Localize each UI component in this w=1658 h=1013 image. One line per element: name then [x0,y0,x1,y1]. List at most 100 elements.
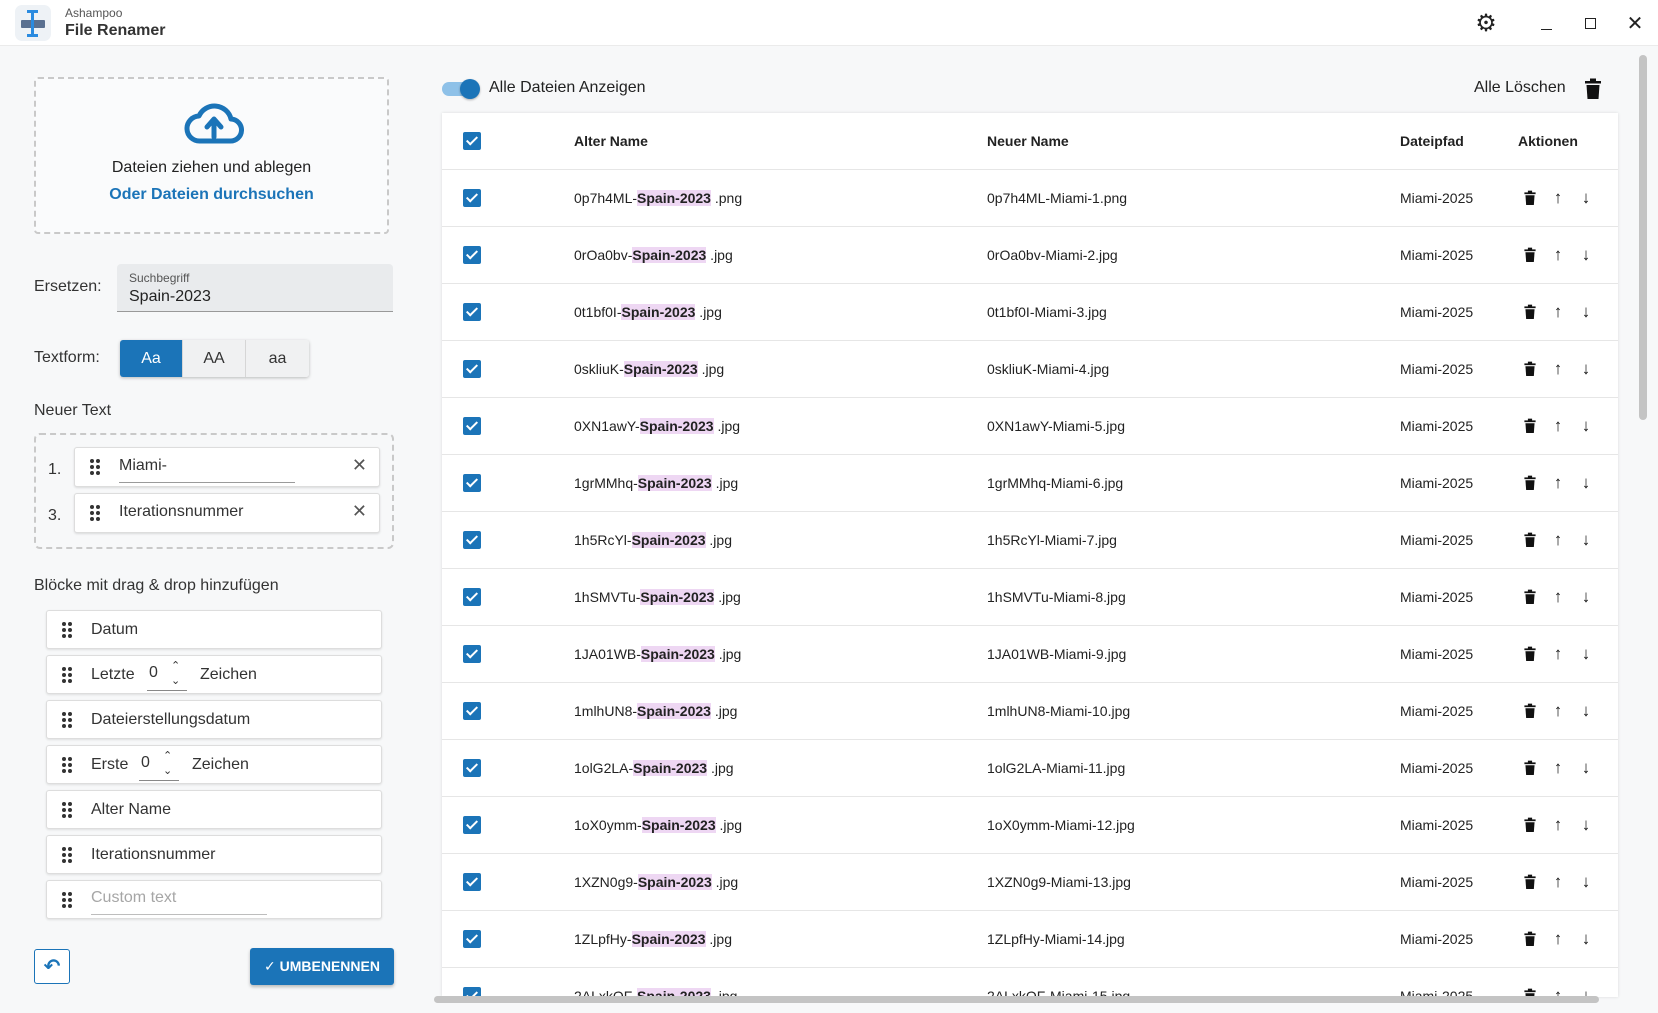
row-checkbox[interactable] [463,702,481,720]
trash-icon[interactable] [1520,644,1540,664]
last-chars-stepper[interactable]: 0 [149,664,158,682]
row-checkbox[interactable] [463,360,481,378]
block-last-chars[interactable]: Letzte 0 ⌃ ⌄ Zeichen [46,655,382,694]
trash-icon[interactable] [1520,359,1540,379]
table-row[interactable]: 1XZN0g9-Spain-2023 .jpg 1XZN0g9-Miami-13.… [442,854,1618,911]
arrow-down-icon[interactable]: ↓ [1576,644,1596,664]
column-header-path[interactable]: Dateipfad [1400,133,1464,149]
arrow-down-icon[interactable]: ↓ [1576,815,1596,835]
block-date[interactable]: Datum [46,610,382,649]
textform-option-capitalized[interactable]: Aa [120,340,183,377]
arrow-up-icon[interactable]: ↑ [1548,758,1568,778]
arrow-up-icon[interactable]: ↑ [1548,188,1568,208]
arrow-down-icon[interactable]: ↓ [1576,872,1596,892]
new-text-block[interactable]: Iterationsnummer ✕ [74,493,380,533]
arrow-down-icon[interactable]: ↓ [1576,701,1596,721]
arrow-up-icon[interactable]: ↑ [1548,416,1568,436]
drag-handle-icon[interactable] [62,757,72,773]
row-checkbox[interactable] [463,474,481,492]
trash-icon[interactable] [1520,815,1540,835]
block-iteration-number[interactable]: Iterationsnummer [46,835,382,874]
column-header-old-name[interactable]: Alter Name [574,133,648,149]
block-first-chars[interactable]: Erste 0 ⌃ ⌄ Zeichen [46,745,382,784]
arrow-down-icon[interactable]: ↓ [1576,302,1596,322]
block-creation-date[interactable]: Dateierstellungsdatum [46,700,382,739]
trash-icon[interactable] [1520,872,1540,892]
trash-icon[interactable] [1520,587,1540,607]
table-row[interactable]: 0XN1awY-Spain-2023 .jpg 0XN1awY-Miami-5.j… [442,398,1618,455]
arrow-up-icon[interactable]: ↑ [1548,359,1568,379]
drag-handle-icon[interactable] [62,667,72,683]
arrow-up-icon[interactable]: ↑ [1548,302,1568,322]
drag-handle-icon[interactable] [90,459,100,475]
undo-button[interactable]: ↶ [34,949,70,984]
custom-text-input[interactable]: Custom text [91,889,176,907]
arrow-down-icon[interactable]: ↓ [1576,359,1596,379]
table-row[interactable]: 1olG2LA-Spain-2023 .jpg 1olG2LA-Miami-11.… [442,740,1618,797]
arrow-up-icon[interactable]: ↑ [1548,644,1568,664]
rename-button[interactable]: ✓ UMBENENNEN [250,948,394,985]
arrow-down-icon[interactable]: ↓ [1576,473,1596,493]
trash-icon[interactable] [1520,416,1540,436]
table-row[interactable]: 1grMMhq-Spain-2023 .jpg 1grMMhq-Miami-6.j… [442,455,1618,512]
row-checkbox[interactable] [463,417,481,435]
table-row[interactable]: 0p7h4ML-Spain-2023 .png 0p7h4ML-Miami-1.p… [442,170,1618,227]
table-row[interactable]: 1mlhUN8-Spain-2023 .jpg 1mlhUN8-Miami-10.… [442,683,1618,740]
block-custom-text[interactable]: Custom text [46,880,382,919]
file-dropzone[interactable]: Dateien ziehen und ablegen Oder Dateien … [34,77,389,234]
trash-icon[interactable] [1520,929,1540,949]
arrow-up-icon[interactable]: ↑ [1548,701,1568,721]
select-all-checkbox[interactable] [463,132,481,150]
trash-icon[interactable] [1520,530,1540,550]
row-checkbox[interactable] [463,588,481,606]
arrow-down-icon[interactable]: ↓ [1576,929,1596,949]
show-all-files-toggle[interactable] [442,79,480,99]
textform-option-uppercase[interactable]: AA [183,340,246,377]
remove-block-icon[interactable]: ✕ [352,501,367,522]
row-checkbox[interactable] [463,645,481,663]
table-row[interactable]: 0t1bf0I-Spain-2023 .jpg 0t1bf0I-Miami-3.j… [442,284,1618,341]
arrow-up-icon[interactable]: ↑ [1548,473,1568,493]
arrow-down-icon[interactable]: ↓ [1576,530,1596,550]
arrow-up-icon[interactable]: ↑ [1548,587,1568,607]
table-row[interactable]: 1oX0ymm-Spain-2023 .jpg 1oX0ymm-Miami-12.… [442,797,1618,854]
row-checkbox[interactable] [463,759,481,777]
close-icon[interactable]: ✕ [1620,8,1650,38]
browse-files-link[interactable]: Oder Dateien durchsuchen [36,186,387,204]
row-checkbox[interactable] [463,930,481,948]
row-checkbox[interactable] [463,303,481,321]
table-row[interactable]: 1ZLpfHy-Spain-2023 .jpg 1ZLpfHy-Miami-14.… [442,911,1618,968]
trash-icon[interactable] [1520,188,1540,208]
trash-icon[interactable] [1520,758,1540,778]
table-row[interactable]: 0rOa0bv-Spain-2023 .jpg 0rOa0bv-Miami-2.j… [442,227,1618,284]
arrow-up-icon[interactable]: ↑ [1548,929,1568,949]
arrow-up-icon[interactable]: ↑ [1548,245,1568,265]
column-header-new-name[interactable]: Neuer Name [987,133,1069,149]
arrow-down-icon[interactable]: ↓ [1576,758,1596,778]
trash-icon[interactable] [1520,473,1540,493]
vertical-scrollbar[interactable] [1639,55,1647,420]
trash-icon[interactable] [1520,701,1540,721]
new-text-block[interactable]: Miami- ✕ [74,447,380,487]
arrow-down-icon[interactable]: ↓ [1576,245,1596,265]
row-checkbox[interactable] [463,189,481,207]
textform-option-lowercase[interactable]: aa [246,340,309,377]
stepper-arrows-icon[interactable]: ⌃ ⌄ [171,659,180,689]
drag-handle-icon[interactable] [62,847,72,863]
trash-icon[interactable] [1520,302,1540,322]
arrow-down-icon[interactable]: ↓ [1576,188,1596,208]
drag-handle-icon[interactable] [62,892,72,908]
drag-handle-icon[interactable] [62,802,72,818]
arrow-down-icon[interactable]: ↓ [1576,587,1596,607]
stepper-arrows-icon[interactable]: ⌃ ⌄ [163,749,172,779]
row-checkbox[interactable] [463,246,481,264]
new-text-item-value[interactable]: Miami- [119,457,167,475]
arrow-down-icon[interactable]: ↓ [1576,416,1596,436]
table-row[interactable]: 2ALxkOF-Spain-2023 .jpg 2ALxkOF-Miami-15.… [442,968,1618,997]
row-checkbox[interactable] [463,873,481,891]
minimize-icon[interactable] [1531,8,1561,38]
horizontal-scrollbar[interactable] [434,996,1599,1003]
new-text-dropzone[interactable]: 1. Miami- ✕ 3. Iterationsnummer ✕ [34,433,394,549]
arrow-up-icon[interactable]: ↑ [1548,872,1568,892]
table-row[interactable]: 1JA01WB-Spain-2023 .jpg 1JA01WB-Miami-9.j… [442,626,1618,683]
